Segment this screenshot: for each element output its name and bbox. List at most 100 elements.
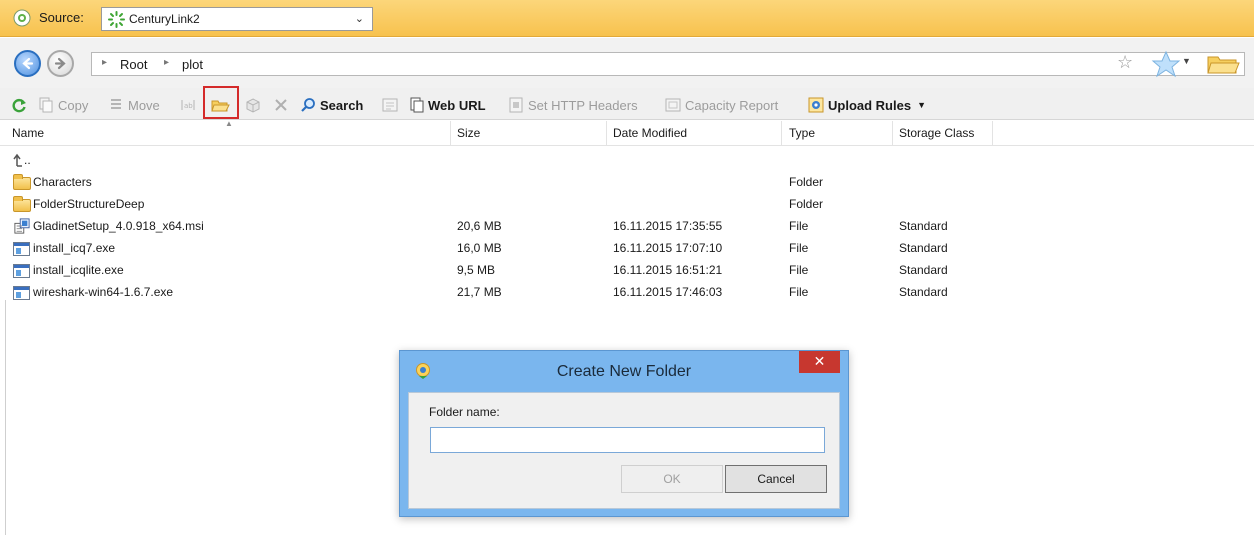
file-storage-class: Standard [899, 285, 948, 299]
file-date: 16.11.2015 17:46:03 [613, 285, 723, 299]
column-date-modified[interactable]: Date Modified [613, 126, 687, 140]
move-button[interactable]: Move [108, 96, 160, 114]
column-storage-class[interactable]: Storage Class [899, 126, 974, 140]
forward-button[interactable] [47, 50, 74, 77]
folder-icon [13, 196, 31, 212]
exe-icon [13, 284, 31, 300]
source-selected-value: CenturyLink2 [129, 12, 200, 26]
cancel-button[interactable]: Cancel [725, 465, 827, 493]
list-left-border [5, 300, 6, 535]
file-name: .. [24, 153, 31, 167]
archive-button[interactable] [245, 96, 265, 114]
column-name[interactable]: Name [12, 126, 44, 140]
breadcrumb-root[interactable]: Root [120, 57, 147, 72]
breadcrumb-separator-icon: ▸ [164, 57, 170, 68]
file-storage-class: Standard [899, 219, 948, 233]
file-row[interactable]: GladinetSetup_4.0.918_x64.msi 20,6 MB 16… [0, 216, 1254, 237]
file-date: 16.11.2015 16:51:21 [613, 263, 723, 277]
file-type: File [789, 219, 809, 233]
column-type[interactable]: Type [789, 126, 815, 140]
copy-button[interactable]: Copy [38, 96, 88, 114]
dialog-title-bar[interactable]: Create New Folder ✕ [400, 351, 848, 392]
file-row[interactable]: install_icqlite.exe 9,5 MB 16.11.2015 16… [0, 260, 1254, 281]
search-button[interactable]: Search [300, 96, 363, 114]
file-row[interactable]: Characters Folder [0, 172, 1254, 193]
column-divider[interactable] [781, 121, 782, 146]
move-label: Move [128, 97, 160, 113]
http-headers-icon [509, 97, 523, 113]
column-divider[interactable] [450, 121, 451, 146]
open-folder-icon[interactable] [1206, 53, 1240, 75]
web-url-button[interactable]: Web URL [408, 96, 486, 114]
file-name: install_icq7.exe [33, 241, 116, 255]
upload-rules-caret-icon: ▼ [917, 100, 926, 110]
copy-label: Copy [58, 97, 89, 113]
path-breadcrumb[interactable]: ▸ Root ▸ plot [91, 52, 1245, 76]
upload-rules-icon [808, 97, 824, 113]
ok-button[interactable]: OK [621, 465, 723, 493]
dialog-title: Create New Folder [556, 363, 692, 380]
refresh-icon [12, 98, 26, 113]
upload-rules-button[interactable]: Upload Rules ▼ [808, 96, 926, 114]
file-name: GladinetSetup_4.0.918_x64.msi [33, 219, 204, 233]
move-icon [111, 99, 121, 109]
rename-icon: ab [181, 100, 195, 110]
parent-folder-row[interactable]: .. [0, 150, 1254, 171]
properties-button[interactable] [382, 96, 402, 114]
close-button[interactable]: ✕ [799, 351, 840, 373]
create-folder-dialog: Create New Folder ✕ Folder name: OK Canc… [399, 350, 849, 517]
file-name: FolderStructureDeep [33, 197, 145, 211]
file-name: wireshark-win64-1.6.7.exe [33, 285, 174, 299]
file-type: File [789, 241, 809, 255]
file-type: File [789, 285, 809, 299]
column-size[interactable]: Size [457, 126, 480, 140]
box-icon [246, 98, 260, 113]
file-row[interactable]: wireshark-win64-1.6.7.exe 21,7 MB 16.11.… [0, 282, 1254, 303]
breadcrumb-separator-icon: ▸ [102, 57, 108, 68]
file-type: Folder [789, 175, 824, 189]
favorite-star-icon[interactable]: ☆ [1117, 52, 1133, 73]
source-label: Source: [39, 10, 84, 25]
centurylink-icon [108, 11, 125, 28]
rename-button[interactable]: ab [180, 96, 200, 114]
set-http-headers-button[interactable]: Set HTTP Headers [508, 96, 638, 114]
capacity-report-label: Capacity Report [685, 97, 779, 113]
forward-arrow-icon [54, 57, 66, 70]
breadcrumb-plot[interactable]: plot [182, 57, 203, 72]
search-icon [301, 98, 315, 112]
file-type: Folder [789, 197, 824, 211]
favorites-icon[interactable] [1151, 50, 1181, 78]
folder-icon [13, 174, 31, 190]
properties-icon [382, 98, 398, 112]
file-date: 16.11.2015 17:35:55 [613, 219, 723, 233]
file-name: install_icqlite.exe [33, 263, 124, 277]
file-size: 9,5 MB [457, 263, 496, 277]
toolbar: Copy Move ab Search Web URL Set HTTP Hea… [0, 88, 1254, 120]
address-bar: ▸ Root ▸ plot ☆ ▼ [0, 38, 1254, 88]
source-dropdown[interactable]: CenturyLink2 ⌄ [101, 7, 373, 31]
file-size: 16,0 MB [457, 241, 502, 255]
capacity-report-button[interactable]: Capacity Report [665, 96, 778, 114]
file-size: 20,6 MB [457, 219, 502, 233]
file-list-header: ▲ Name Size Date Modified Type Storage C… [0, 119, 1254, 146]
refresh-button[interactable] [11, 96, 31, 114]
folder-name-input[interactable] [430, 427, 825, 453]
delete-button[interactable] [273, 96, 293, 114]
file-row[interactable]: install_icq7.exe 16,0 MB 16.11.2015 17:0… [0, 238, 1254, 259]
column-divider[interactable] [892, 121, 893, 146]
column-divider[interactable] [606, 121, 607, 146]
file-name: Characters [33, 175, 92, 189]
column-divider[interactable] [992, 121, 993, 146]
web-url-label: Web URL [428, 97, 486, 113]
sort-ascending-icon: ▲ [225, 119, 233, 128]
favorites-caret-icon[interactable]: ▼ [1182, 56, 1191, 66]
chevron-down-icon[interactable]: ⌄ [355, 12, 364, 25]
file-row[interactable]: FolderStructureDeep Folder [0, 194, 1254, 215]
capacity-report-icon [665, 98, 681, 112]
file-type: File [789, 263, 809, 277]
back-button[interactable] [14, 50, 41, 77]
source-bar: Source: CenturyLink2 ⌄ [0, 0, 1254, 37]
set-http-headers-label: Set HTTP Headers [528, 97, 638, 113]
dialog-body: Folder name: OK Cancel [408, 392, 840, 509]
folder-name-label: Folder name: [429, 405, 500, 419]
